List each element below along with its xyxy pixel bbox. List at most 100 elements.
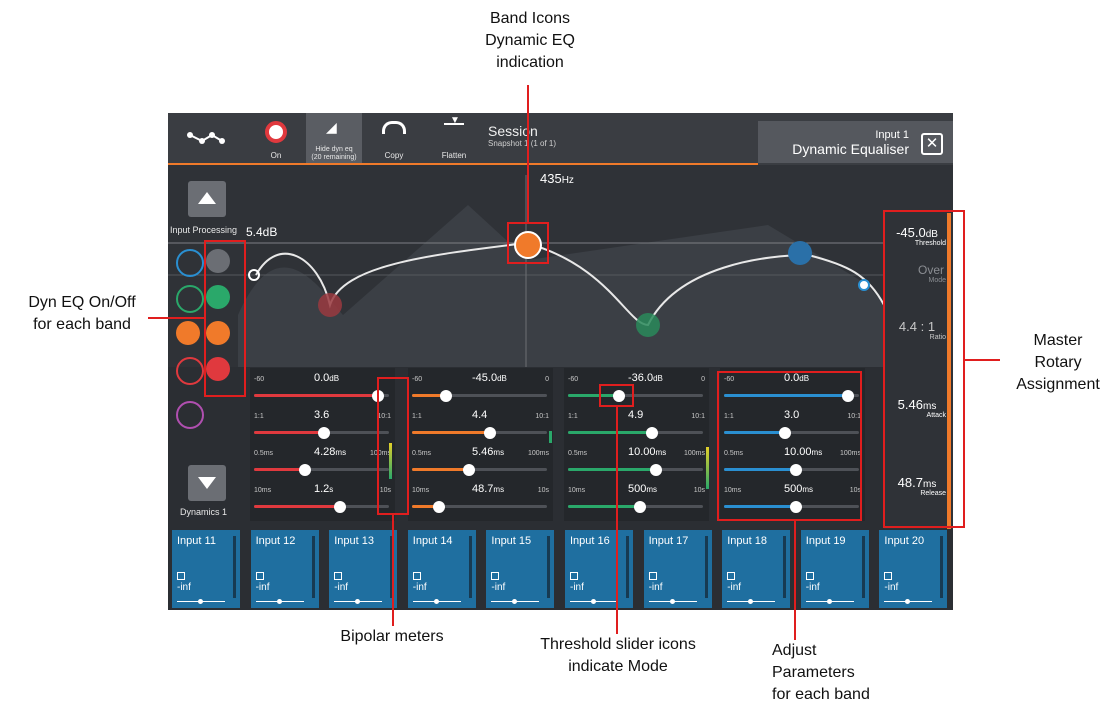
channel-level: -inf bbox=[884, 582, 899, 593]
routing-button[interactable] bbox=[174, 113, 238, 165]
channel-strip[interactable]: Input 14 -inf bbox=[407, 530, 476, 608]
channel-fader-knob[interactable] bbox=[905, 599, 911, 604]
flatten-label: Flatten bbox=[441, 151, 467, 160]
channel-meter bbox=[861, 536, 865, 598]
channel-link-icon bbox=[412, 572, 421, 580]
ratio-slider-knob[interactable] bbox=[484, 427, 497, 439]
band-1-filter-icon[interactable] bbox=[176, 249, 204, 277]
attack-value: 10.00ms bbox=[784, 446, 822, 458]
attack-slider-knob[interactable] bbox=[649, 464, 662, 476]
rotary-attack[interactable]: 5.46ms Attack bbox=[884, 397, 950, 419]
channel-strip[interactable]: Input 11 -inf bbox=[172, 530, 240, 608]
attack-slider-knob[interactable] bbox=[462, 464, 475, 476]
ratio-slider-knob[interactable] bbox=[645, 427, 658, 439]
attack-slider-knob[interactable] bbox=[299, 464, 312, 476]
hide-dyn-line: Hide dyn eq bbox=[315, 146, 353, 153]
hide-dyn-eq-button[interactable]: ◢ Hide dyn eq (20 remaining) bbox=[306, 113, 362, 165]
copy-button[interactable]: Copy bbox=[366, 113, 422, 165]
close-button[interactable]: ✕ bbox=[921, 133, 943, 155]
channel-fader-knob[interactable] bbox=[826, 599, 832, 604]
channel-fader-knob[interactable] bbox=[355, 599, 361, 604]
attack-max-label: 100ms bbox=[369, 450, 391, 457]
frequency-readout: 435Hz bbox=[540, 171, 574, 186]
channel-meter bbox=[547, 536, 551, 598]
threshold-value-unit: dB bbox=[653, 374, 663, 383]
ratio-max-label: 10:1 bbox=[691, 413, 705, 420]
on-button[interactable]: On bbox=[248, 113, 304, 165]
threshold-value-number: 0.0 bbox=[784, 372, 800, 384]
channel-strip[interactable]: Input 12 -inf bbox=[250, 530, 319, 608]
high-cut-handle-icon[interactable] bbox=[858, 279, 870, 291]
ratio-slider-knob[interactable] bbox=[318, 427, 331, 439]
scroll-down-button[interactable] bbox=[188, 465, 226, 501]
channel-fader-knob[interactable] bbox=[669, 599, 675, 604]
band-4-point-icon[interactable] bbox=[788, 241, 812, 265]
eq-graph[interactable]: 435Hz 5.4dB Input Processing bbox=[168, 165, 953, 385]
band-2-dyn-eq-toggle-icon[interactable] bbox=[206, 285, 230, 309]
band-2-filter-icon[interactable] bbox=[176, 285, 204, 313]
threshold-min-label: -60 bbox=[254, 376, 265, 383]
on-label: On bbox=[270, 151, 282, 160]
callout-line: Threshold slider icons bbox=[540, 636, 696, 653]
band-2-point-icon[interactable] bbox=[514, 231, 542, 259]
channel-fader-knob[interactable] bbox=[276, 599, 282, 604]
band-2-parameters: -60 0 -45.0dB 1:1 10:1 4.4 0.5ms 100ms 5.46ms 10m… bbox=[408, 368, 553, 521]
channel-link-icon bbox=[255, 572, 264, 580]
threshold-slider-knob[interactable] bbox=[439, 390, 452, 402]
band-3-point-icon[interactable] bbox=[636, 313, 660, 337]
release-slider-knob[interactable] bbox=[789, 501, 802, 513]
attack-value-number: 5.46 bbox=[472, 446, 494, 458]
session-info[interactable]: Session Snapshot 1 (1 of 1) bbox=[488, 123, 556, 148]
threshold-slider-knob[interactable] bbox=[613, 390, 626, 402]
rotary-threshold[interactable]: -45.0dB Threshold bbox=[884, 225, 950, 247]
channel-fader-knob[interactable] bbox=[198, 599, 203, 604]
attack-readout: 5.46ms bbox=[884, 397, 950, 412]
channel-meter bbox=[783, 536, 787, 598]
threshold-slider-knob[interactable] bbox=[372, 390, 385, 402]
ratio-slider-knob[interactable] bbox=[778, 427, 791, 439]
callout-line: for each band bbox=[772, 686, 870, 703]
scroll-up-button[interactable] bbox=[188, 181, 226, 217]
release-slider-knob[interactable] bbox=[433, 501, 445, 513]
threshold-min-label: -60 bbox=[724, 376, 735, 383]
channel-fader-knob[interactable] bbox=[512, 599, 518, 604]
attack-slider-knob[interactable] bbox=[789, 464, 802, 476]
channel-fader-knob[interactable] bbox=[433, 599, 439, 604]
channel-strip[interactable]: Input 15 -inf bbox=[486, 530, 555, 608]
channel-fader-knob[interactable] bbox=[591, 599, 596, 604]
band-4-dyn-eq-toggle-icon[interactable] bbox=[206, 357, 230, 381]
channel-strip[interactable]: Input 18 -inf bbox=[722, 530, 791, 608]
eq-curve-svg[interactable] bbox=[168, 165, 953, 367]
flatten-button[interactable]: ▼ Flatten bbox=[426, 113, 482, 165]
band-3-filter-icon[interactable] bbox=[176, 321, 200, 345]
threshold-slider-knob[interactable] bbox=[842, 390, 855, 402]
channel-strip[interactable]: Input 20 -inf bbox=[879, 530, 948, 608]
band-4-filter-icon[interactable] bbox=[176, 357, 204, 385]
release-slider-knob[interactable] bbox=[334, 501, 347, 513]
channel-strip[interactable]: Input 13 -inf bbox=[329, 530, 398, 608]
ratio-value-number: 3.0 bbox=[784, 409, 800, 421]
rotary-ratio[interactable]: 4.4 : 1 Ratio bbox=[884, 319, 950, 341]
snapshot-label: Snapshot 1 (1 of 1) bbox=[488, 139, 557, 148]
channel-strip[interactable]: Input 16 -inf bbox=[565, 530, 633, 608]
threshold-min-label: -60 bbox=[568, 376, 579, 383]
low-cut-handle-icon[interactable] bbox=[248, 269, 260, 281]
rotary-mode[interactable]: Over Mode bbox=[884, 263, 950, 284]
channel-link-icon bbox=[884, 572, 893, 580]
release-max-label: 10s bbox=[379, 487, 391, 494]
channel-strip[interactable]: Input 17 -inf bbox=[643, 530, 712, 608]
band-1-dyn-eq-toggle-icon[interactable] bbox=[206, 249, 230, 273]
channel-meter bbox=[704, 536, 708, 598]
band-5-filter-icon[interactable] bbox=[176, 401, 204, 429]
callout-line: Master bbox=[1033, 332, 1083, 349]
flatten-arrow-icon: ▼ bbox=[450, 115, 460, 126]
band-1-point-icon[interactable] bbox=[318, 293, 342, 317]
release-slider-knob[interactable] bbox=[633, 501, 646, 513]
channel-strip[interactable]: Input 19 -inf bbox=[800, 530, 869, 608]
channel-fader-knob[interactable] bbox=[748, 599, 754, 604]
release-min-label: 10ms bbox=[568, 487, 586, 494]
band-3-dyn-eq-toggle-icon[interactable] bbox=[206, 321, 230, 345]
attack-min-label: 0.5ms bbox=[412, 450, 432, 457]
threshold-max-label: 0 bbox=[545, 376, 549, 383]
rotary-release[interactable]: 48.7ms Release bbox=[884, 475, 950, 497]
